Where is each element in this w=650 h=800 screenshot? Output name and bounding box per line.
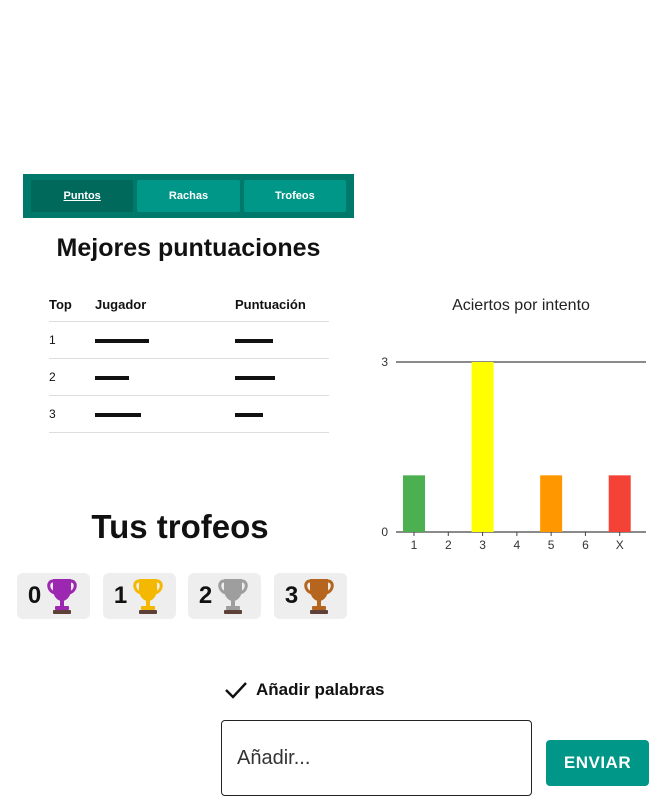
score-cell (235, 321, 329, 359)
player-cell (95, 321, 235, 359)
trophy-count: 2 (198, 582, 213, 609)
rank-cell: 2 (49, 358, 95, 396)
x-tick-label: 2 (445, 538, 452, 552)
tab-trofeos[interactable]: Trofeos (243, 180, 346, 212)
rank-cell: 3 (49, 395, 95, 433)
x-tick-label: 1 (411, 538, 418, 552)
send-button[interactable]: ENVIAR (546, 740, 649, 786)
trophies-title: Tus trofeos (91, 508, 269, 545)
bar-chart: 0 3 1 2 3 4 5 6 X (381, 355, 646, 552)
table-row: 3 (49, 395, 329, 433)
trophy-badge: 3 (274, 573, 347, 619)
x-tick-label: 4 (514, 538, 521, 552)
gold-trophy-icon (133, 579, 163, 614)
player-cell (95, 395, 235, 433)
bar-3 (471, 362, 494, 532)
player-cell (95, 358, 235, 396)
bar-X (608, 475, 631, 532)
x-tick-label: X (616, 538, 624, 552)
add-word-input[interactable] (221, 720, 532, 796)
add-words-toggle[interactable]: Añadir palabras (224, 680, 385, 700)
column-header-score: Puntuación (235, 288, 329, 322)
add-words-label: Añadir palabras (256, 680, 385, 699)
check-icon (225, 682, 247, 699)
x-tick-label: 3 (479, 538, 486, 552)
redacted-player-name (95, 412, 141, 417)
x-tick-label: 6 (582, 538, 589, 552)
y-tick-label: 0 (381, 525, 388, 539)
redacted-player-name (95, 375, 129, 380)
silver-trophy-icon (218, 579, 248, 614)
trophy-badge: 1 (103, 573, 176, 619)
x-tick-label: 5 (548, 538, 555, 552)
bronze-trophy-icon (304, 579, 334, 614)
trophy-count: 0 (27, 582, 42, 609)
score-cell (235, 395, 329, 433)
table-row: 2 (49, 358, 329, 396)
y-tick-label: 3 (381, 355, 388, 369)
redacted-score (235, 375, 275, 380)
trophy-count: 1 (113, 582, 128, 609)
trophy-count: 3 (284, 582, 299, 609)
trophy-badge: 2 (188, 573, 261, 619)
redacted-score (235, 338, 273, 343)
tab-rachas[interactable]: Rachas (137, 180, 240, 212)
bar-5 (540, 475, 563, 532)
bar-1 (403, 475, 425, 532)
column-header-player: Jugador (95, 288, 235, 322)
score-cell (235, 358, 329, 396)
redacted-score (235, 412, 263, 417)
scores-table: Top Jugador Puntuación 1 2 3 (49, 288, 329, 433)
table-header-row: Top Jugador Puntuación (49, 288, 329, 322)
rank-cell: 1 (49, 321, 95, 359)
scores-title: Mejores puntuaciones (56, 234, 321, 262)
tab-puntos[interactable]: Puntos (31, 180, 134, 212)
chart-title: Aciertos por intento (452, 297, 590, 314)
trophy-badge: 0 (17, 573, 90, 619)
table-row: 1 (49, 321, 329, 359)
purple-trophy-icon (47, 579, 77, 614)
column-header-top: Top (49, 288, 95, 322)
tab-bar: Puntos Rachas Trofeos (23, 174, 354, 218)
redacted-player-name (95, 338, 149, 343)
